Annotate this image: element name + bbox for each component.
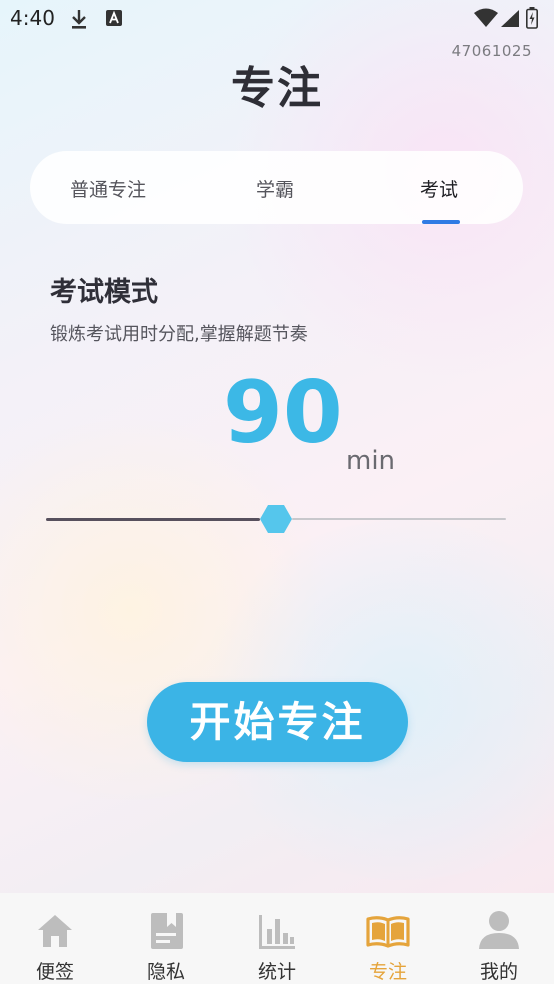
slider-thumb[interactable] xyxy=(259,503,293,535)
status-bar: 4:40 xyxy=(0,0,554,40)
nav-label: 便签 xyxy=(35,961,74,983)
tab-normal-focus[interactable]: 普通专注 xyxy=(70,175,146,202)
nav-item-notes[interactable]: 便签 xyxy=(0,893,110,984)
download-icon xyxy=(72,10,86,29)
focus-screen: 4:40 47061025 专注 普通专注 学霸 考试 考试模式 锻炼考试用时分… xyxy=(0,0,554,984)
bottom-navigation: 便签 隐私 统计 专注 我的 xyxy=(0,893,554,984)
start-focus-button[interactable]: 开始专注 xyxy=(147,682,408,762)
nav-item-profile[interactable]: 我的 xyxy=(444,893,554,984)
duration-unit: min xyxy=(346,446,396,476)
tab-exam[interactable]: 考试 xyxy=(420,175,458,202)
slider-track-filled xyxy=(46,518,260,521)
open-book-icon xyxy=(366,916,410,948)
mode-tab-bar: 普通专注 学霸 考试 xyxy=(30,151,523,224)
nav-label: 专注 xyxy=(368,961,407,983)
status-time: 4:40 xyxy=(10,6,55,30)
tab-scholar[interactable]: 学霸 xyxy=(256,175,294,202)
slider-track xyxy=(292,518,506,520)
signal-icon xyxy=(501,10,519,27)
duration-value: 90 xyxy=(223,363,343,463)
page-title: 专注 xyxy=(231,63,323,114)
mode-title: 考试模式 xyxy=(50,277,158,308)
nav-item-privacy[interactable]: 隐私 xyxy=(111,893,221,984)
notebook-icon xyxy=(151,913,183,949)
wifi-icon xyxy=(474,8,498,27)
nav-item-focus[interactable]: 专注 xyxy=(333,893,443,984)
active-tab-indicator xyxy=(422,220,460,224)
text-a-icon xyxy=(106,10,122,26)
nav-label: 隐私 xyxy=(146,961,185,983)
nav-label: 统计 xyxy=(257,961,296,983)
home-icon xyxy=(38,915,72,947)
nav-item-stats[interactable]: 统计 xyxy=(222,893,332,984)
mode-description: 锻炼考试用时分配,掌握解题节奏 xyxy=(50,324,308,345)
user-icon xyxy=(479,911,519,949)
nav-label: 我的 xyxy=(479,961,518,983)
duration-slider[interactable] xyxy=(46,500,506,540)
bar-chart-icon xyxy=(259,915,295,949)
battery-icon xyxy=(526,7,538,29)
